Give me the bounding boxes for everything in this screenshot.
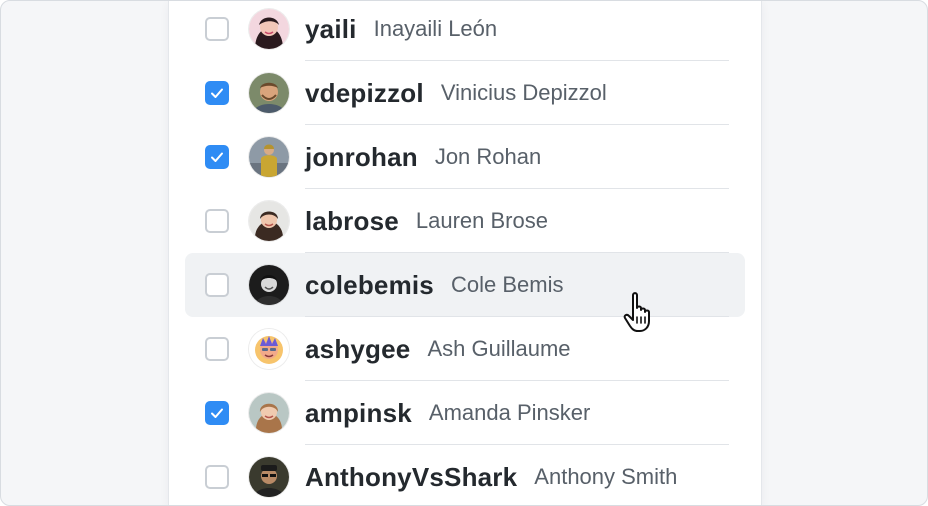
- user-full-name: Cole Bemis: [450, 272, 564, 297]
- user-full-name: Inayaili León: [373, 16, 498, 41]
- avatar-yaili: [249, 9, 289, 49]
- user-full-name: Jon Rohan: [434, 144, 542, 169]
- user-login: ampinsk: [305, 397, 412, 428]
- user-checkbox[interactable]: [205, 465, 229, 489]
- avatar-ashygee: [249, 329, 289, 369]
- user-checkbox[interactable]: [205, 273, 229, 297]
- user-picker-panel: yaili Inayaili León vdepizzol Vinicius D…: [169, 1, 761, 505]
- user-checkbox[interactable]: [205, 81, 229, 105]
- avatar-ampinsk: [249, 393, 289, 433]
- user-full-name: Ash Guillaume: [427, 336, 571, 361]
- user-login: colebemis: [305, 269, 434, 300]
- user-login: labrose: [305, 205, 399, 236]
- user-login: ashygee: [305, 333, 411, 364]
- hand-pointer-icon: [623, 292, 650, 332]
- user-login: jonrohan: [305, 141, 418, 172]
- user-checkbox[interactable]: [205, 337, 229, 361]
- user-login: yaili: [305, 13, 357, 44]
- checkmark-icon: [211, 152, 223, 162]
- user-list: yaili Inayaili León vdepizzol Vinicius D…: [185, 1, 745, 505]
- user-row-labrose[interactable]: labrose Lauren Brose: [185, 189, 745, 253]
- user-checkbox[interactable]: [205, 17, 229, 41]
- user-full-name: Lauren Brose: [415, 208, 548, 233]
- user-row-anthonyvsshark[interactable]: AnthonyVsShark Anthony Smith: [185, 445, 745, 505]
- user-row-ampinsk[interactable]: ampinsk Amanda Pinsker: [185, 381, 745, 445]
- user-full-name: Amanda Pinsker: [428, 400, 591, 425]
- user-checkbox[interactable]: [205, 145, 229, 169]
- user-full-name: Vinicius Depizzol: [440, 80, 607, 105]
- user-login: AnthonyVsShark: [305, 461, 518, 492]
- user-checkbox[interactable]: [205, 209, 229, 233]
- avatar-colebemis: [249, 265, 289, 305]
- checkmark-icon: [211, 88, 223, 98]
- user-login: vdepizzol: [305, 77, 424, 108]
- user-row-colebemis[interactable]: colebemis Cole Bemis: [185, 253, 745, 317]
- avatar-vdepizzol: [249, 73, 289, 113]
- user-row-jonrohan[interactable]: jonrohan Jon Rohan: [185, 125, 745, 189]
- user-checkbox[interactable]: [205, 401, 229, 425]
- user-row-yaili[interactable]: yaili Inayaili León: [185, 1, 745, 61]
- user-row-ashygee[interactable]: ashygee Ash Guillaume: [185, 317, 745, 381]
- avatar-jonrohan: [249, 137, 289, 177]
- user-full-name: Anthony Smith: [534, 464, 678, 489]
- avatar-anthonyvsshark: [249, 457, 289, 497]
- checkmark-icon: [211, 408, 223, 418]
- avatar-labrose: [249, 201, 289, 241]
- user-row-vdepizzol[interactable]: vdepizzol Vinicius Depizzol: [185, 61, 745, 125]
- window-frame: yaili Inayaili León vdepizzol Vinicius D…: [0, 0, 928, 506]
